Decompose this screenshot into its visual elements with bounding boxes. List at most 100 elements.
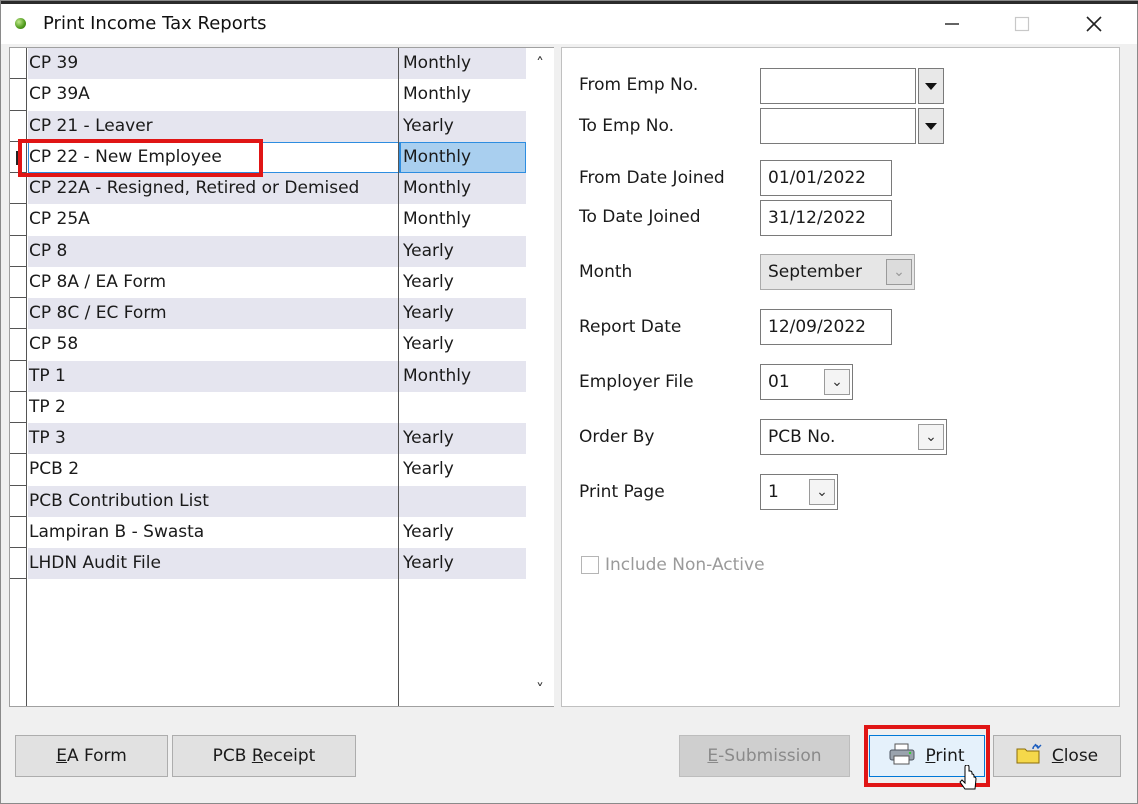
report-frequency-cell: Yearly [403, 271, 454, 292]
report-row[interactable]: Lampiran B - Swasta Yearly [28, 517, 526, 548]
report-name-cell: CP 8C / EC Form [29, 303, 167, 323]
pcb-receipt-label: PCB Receipt [212, 746, 316, 766]
report-frequency-cell: Monthly [403, 84, 472, 105]
folder-close-icon [1016, 743, 1042, 770]
report-name-cell: TP 3 [29, 428, 66, 448]
report-row[interactable]: CP 8 Yearly [28, 235, 526, 267]
row-header-cell [10, 329, 27, 361]
row-header-cell [10, 423, 27, 455]
report-date-field[interactable]: 12/09/2022 [760, 309, 892, 345]
selected-report-highlight [18, 139, 263, 177]
report-frequency-cell: Yearly [403, 553, 454, 573]
row-header-cell [10, 111, 27, 142]
close-button[interactable]: Close [993, 735, 1121, 777]
to-date-joined-field[interactable]: 31/12/2022 [760, 200, 892, 236]
title-bar: Print Income Tax Reports [1, 4, 1137, 44]
row-header-cell [10, 361, 27, 392]
report-row[interactable]: LHDN Audit File Yearly [28, 548, 526, 579]
month-label: Month [579, 262, 633, 282]
report-name-cell: LHDN Audit File [29, 553, 161, 573]
pcb-receipt-button[interactable]: PCB Receipt [172, 735, 356, 777]
report-frequency-cell: Monthly [403, 365, 472, 386]
chevron-down-icon[interactable]: ⌄ [918, 424, 944, 450]
report-row[interactable]: TP 2 [28, 392, 526, 423]
to-emp-field[interactable] [760, 108, 916, 144]
report-frequency-cell: Monthly [403, 53, 472, 73]
to-emp-label: To Emp No. [579, 116, 675, 136]
report-row[interactable]: CP 58 Yearly [28, 329, 526, 360]
report-row[interactable]: TP 3 Yearly [28, 423, 526, 454]
chevron-down-icon[interactable]: ⌄ [824, 369, 850, 395]
to-date-joined-label: To Date Joined [579, 207, 701, 227]
to-emp-dropdown-button[interactable] [918, 108, 944, 144]
report-name-cell: CP 25A [29, 209, 90, 230]
report-name-cell: CP 39 [29, 53, 79, 73]
ea-form-label: EA Form [56, 746, 127, 766]
report-frequency-cell: Yearly [403, 115, 454, 136]
dropdown-arrow-icon [925, 122, 937, 130]
print-page-select[interactable]: 1 ⌄ [760, 474, 838, 510]
close-icon [1086, 16, 1102, 32]
report-frequency-cell: Yearly [403, 521, 454, 542]
from-emp-field[interactable] [760, 68, 916, 104]
row-header-cell [10, 267, 27, 298]
close-label: Close [1051, 746, 1099, 766]
row-header-cell [10, 48, 27, 80]
window-close-button[interactable] [1071, 4, 1117, 44]
report-row[interactable]: TP 1 Monthly [28, 360, 526, 392]
row-header-cell [10, 392, 27, 423]
report-name-cell: Lampiran B - Swasta [29, 521, 205, 542]
e-submission-button: E-Submission [679, 735, 850, 777]
report-frequency-cell: Yearly [403, 428, 454, 448]
scroll-up-icon[interactable]: ˄ [526, 50, 554, 78]
from-emp-dropdown-button[interactable] [918, 68, 944, 104]
report-row[interactable]: PCB 2 Yearly [28, 454, 526, 485]
order-by-label: Order By [579, 427, 655, 447]
order-by-select[interactable]: PCB No. ⌄ [760, 419, 947, 455]
employer-file-select[interactable]: 01 ⌄ [760, 364, 853, 400]
row-header-cell [10, 79, 27, 111]
maximize-icon [1014, 16, 1030, 32]
report-name-cell: CP 22A - Resigned, Retired or Demised [29, 178, 360, 198]
chevron-down-icon[interactable]: ⌄ [809, 479, 835, 505]
month-value: September [768, 262, 862, 282]
report-row[interactable]: PCB Contribution List [28, 485, 526, 517]
print-page-label: Print Page [579, 482, 665, 502]
from-emp-label: From Emp No. [579, 75, 699, 95]
report-frequency-cell: Monthly [403, 146, 472, 167]
report-frequency-cell: Yearly [403, 240, 454, 261]
from-date-joined-label: From Date Joined [579, 168, 725, 188]
row-header-cell [10, 486, 27, 517]
report-row[interactable]: CP 39A Monthly [28, 79, 526, 110]
minimize-button[interactable] [929, 4, 975, 44]
report-name-cell: CP 8A / EA Form [29, 271, 167, 292]
report-row[interactable]: CP 21 - Leaver Yearly [28, 110, 526, 142]
mouse-cursor-icon [959, 765, 977, 790]
print-page-value: 1 [768, 482, 779, 502]
report-date-label: Report Date [579, 317, 682, 337]
report-name-cell: TP 2 [29, 396, 66, 417]
row-header-cell [10, 298, 27, 330]
row-header-cell [10, 173, 27, 205]
minimize-icon [945, 23, 959, 25]
include-non-active-checkbox [581, 556, 599, 574]
report-name-cell: CP 8 [29, 240, 68, 261]
report-row[interactable]: CP 25A Monthly [28, 204, 526, 235]
app-icon [15, 18, 26, 29]
report-name-cell: PCB Contribution List [29, 490, 209, 511]
employer-file-label: Employer File [579, 372, 694, 392]
vertical-scrollbar[interactable]: ˄ ˅ [526, 48, 554, 706]
report-row[interactable]: CP 39 Monthly [28, 48, 526, 79]
chevron-down-icon: ⌄ [886, 259, 912, 285]
report-name-cell: PCB 2 [29, 459, 80, 480]
report-name-cell: TP 1 [29, 365, 66, 386]
dropdown-arrow-icon [925, 82, 937, 90]
report-name-cell: CP 21 - Leaver [29, 115, 153, 136]
row-header-cell [10, 548, 27, 580]
scroll-down-icon[interactable]: ˅ [526, 676, 554, 704]
ea-form-button[interactable]: EA Form [15, 735, 168, 777]
report-row[interactable]: CP 22A - Resigned, Retired or Demised Mon… [28, 173, 526, 204]
from-date-joined-field[interactable]: 01/01/2022 [760, 160, 892, 196]
report-row[interactable]: CP 8C / EC Form Yearly [28, 298, 526, 329]
report-row[interactable]: CP 8A / EA Form Yearly [28, 267, 526, 298]
